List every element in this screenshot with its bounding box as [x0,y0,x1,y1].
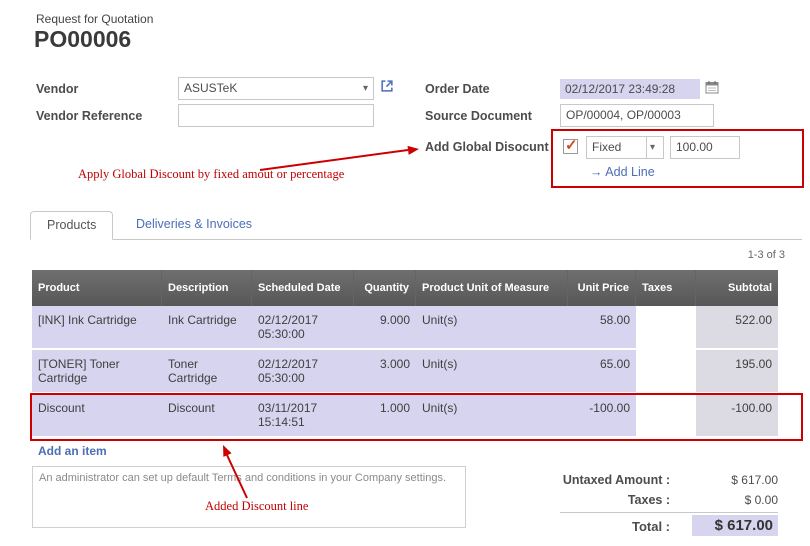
order-lines-table: Product Description Scheduled Date Quant… [32,270,778,438]
col-quantity[interactable]: Quantity [354,270,416,306]
cell-description[interactable]: Ink Cartridge [162,306,252,350]
page-title: PO00006 [34,26,131,53]
cell-quantity[interactable]: 3.000 [354,350,416,394]
vendor-reference-label: Vendor Reference [36,109,142,123]
cell-description[interactable]: Discount [162,394,252,438]
doc-type-label: Request for Quotation [36,12,153,26]
cell-product[interactable]: [TONER] Toner Cartridge [32,350,162,394]
global-discount-label: Add Global Disocunt [425,140,549,154]
col-subtotal[interactable]: Subtotal [696,270,778,306]
source-document-label: Source Document [425,109,532,123]
table-row-discount[interactable]: Discount Discount 03/11/2017 15:14:51 1.… [32,394,778,438]
cell-unit-price[interactable]: 58.00 [568,306,636,350]
table-header-row: Product Description Scheduled Date Quant… [32,270,778,306]
cell-quantity[interactable]: 9.000 [354,306,416,350]
tab-deliveries-invoices[interactable]: Deliveries & Invoices [122,211,266,240]
cell-scheduled-date[interactable]: 02/12/2017 05:30:00 [252,350,354,394]
rfq-page: Request for Quotation PO00006 Vendor ASU… [0,0,810,546]
terms-and-conditions-field[interactable]: An administrator can set up default Term… [32,466,466,528]
vendor-reference-input[interactable] [178,104,374,127]
pager[interactable]: 1-3 of 3 [685,249,785,261]
annotation-global-discount-note: Apply Global Discount by fixed amout or … [78,167,344,182]
taxes-value: $ 0.00 [690,493,778,507]
cell-scheduled-date[interactable]: 02/12/2017 05:30:00 [252,306,354,350]
discount-amount-input[interactable]: 100.00 [670,136,740,159]
col-taxes[interactable]: Taxes [636,270,696,306]
taxes-label: Taxes : [520,493,670,507]
untaxed-amount-label: Untaxed Amount : [520,473,670,487]
cell-description[interactable]: Toner Cartridge [162,350,252,394]
cell-unit-price[interactable]: -100.00 [568,394,636,438]
cell-uom[interactable]: Unit(s) [416,306,568,350]
discount-type-select[interactable]: Fixed ▾ [586,136,664,159]
global-discount-checkbox[interactable]: ✓ [563,139,578,154]
col-description[interactable]: Description [162,270,252,306]
add-line-link[interactable]: → Add Line [590,165,655,179]
cell-taxes[interactable] [636,394,696,438]
external-link-icon[interactable] [380,79,394,96]
table-row[interactable]: [INK] Ink Cartridge Ink Cartridge 02/12/… [32,306,778,350]
tab-products[interactable]: Products [30,211,113,240]
discount-type-value: Fixed [592,137,621,158]
vendor-select[interactable]: ASUSTeK ▾ [178,77,374,100]
cell-product[interactable]: [INK] Ink Cartridge [32,306,162,350]
col-scheduled-date[interactable]: Scheduled Date [252,270,354,306]
table-row[interactable]: [TONER] Toner Cartridge Toner Cartridge … [32,350,778,394]
cell-product[interactable]: Discount [32,394,162,438]
annotation-discount-line-note: Added Discount line [205,499,308,514]
untaxed-amount-value: $ 617.00 [690,473,778,487]
col-uom[interactable]: Product Unit of Measure [416,270,568,306]
cell-uom[interactable]: Unit(s) [416,394,568,438]
check-icon: ✓ [565,136,578,154]
cell-subtotal: -100.00 [696,394,778,438]
cell-subtotal: 195.00 [696,350,778,394]
cell-subtotal: 522.00 [696,306,778,350]
chevron-down-icon[interactable]: ▾ [646,137,658,158]
totals-divider [560,512,778,513]
cell-scheduled-date[interactable]: 03/11/2017 15:14:51 [252,394,354,438]
cell-quantity[interactable]: 1.000 [354,394,416,438]
add-an-item-link[interactable]: Add an item [38,444,107,458]
arrow-right-icon: → [590,165,603,179]
col-product[interactable]: Product [32,270,162,306]
total-value: $ 617.00 [692,515,778,536]
order-date-input[interactable]: 02/12/2017 23:49:28 [560,79,700,99]
vendor-value: ASUSTeK [184,78,237,99]
source-document-input[interactable]: OP/00004, OP/00003 [560,104,714,127]
cell-taxes[interactable] [636,306,696,350]
vendor-label: Vendor [36,82,78,96]
cell-unit-price[interactable]: 65.00 [568,350,636,394]
chevron-down-icon[interactable]: ▾ [359,78,368,99]
order-date-label: Order Date [425,82,490,96]
cell-uom[interactable]: Unit(s) [416,350,568,394]
calendar-icon[interactable] [705,80,719,97]
col-unit-price[interactable]: Unit Price [568,270,636,306]
cell-taxes[interactable] [636,350,696,394]
add-line-label: Add Line [605,165,654,179]
total-label: Total : [520,519,670,534]
